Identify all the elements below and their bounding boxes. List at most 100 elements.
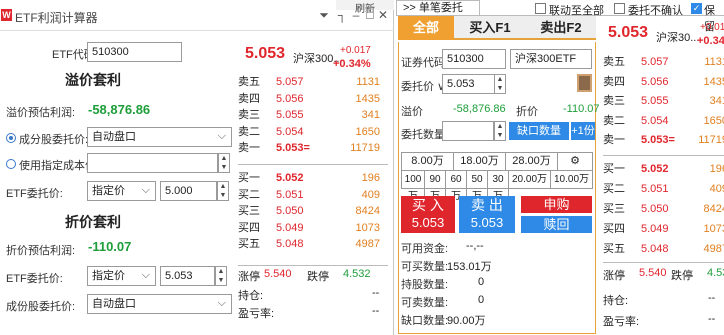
- discount-profit-value: -110.07: [88, 239, 132, 254]
- bid-row[interactable]: 买三5.0508424: [603, 201, 724, 218]
- pin-icon[interactable]: ⏷: [318, 8, 330, 23]
- price-stepper[interactable]: ▲ ▼: [494, 74, 506, 94]
- position-label: 持仓:: [238, 290, 264, 302]
- quote-price: 5.053: [245, 45, 286, 62]
- component-price2-select[interactable]: 自动盘口: [87, 294, 232, 314]
- ask-row[interactable]: 卖五5.0571131: [238, 74, 388, 91]
- refresh-tab[interactable]: 刷新: [336, 0, 394, 15]
- close-icon[interactable]: ✕: [377, 8, 389, 22]
- price-input[interactable]: 5.053: [442, 74, 495, 94]
- quick-qty-cell[interactable]: 10.00万: [551, 171, 592, 188]
- calculator-icon[interactable]: [577, 74, 592, 92]
- redeem-button[interactable]: 赎回: [521, 216, 592, 233]
- quick-qty-row1: 8.00万 18.00万 28.00万 ⚙: [401, 152, 593, 171]
- etf-price-stepper[interactable]: ▲ ▼: [217, 181, 229, 201]
- book-divider: [603, 262, 724, 263]
- quick-qty-row2: 100万 90万 60万 50万 30万 20.00万 10.00万: [401, 170, 593, 205]
- qty-stepper[interactable]: ▲ ▼: [494, 121, 506, 141]
- bid-row[interactable]: 买三5.0508424: [238, 203, 388, 220]
- etf-price-label: ETF委托价:: [6, 188, 63, 200]
- code-input[interactable]: 510300: [442, 49, 506, 69]
- tab-sell[interactable]: 卖出F2: [526, 16, 596, 40]
- price-label[interactable]: 委托价 ∨: [401, 78, 445, 94]
- pnl-value: --: [372, 305, 380, 317]
- right-quote-price: 5.053: [608, 24, 649, 41]
- use-cost-radio[interactable]: [6, 159, 16, 169]
- etf-price2-mode-select[interactable]: 指定价: [87, 266, 156, 286]
- ask-row[interactable]: 卖五5.0571131: [603, 54, 724, 71]
- bid-row[interactable]: 买四5.0491073: [603, 221, 724, 238]
- discount-profit-label: 折价预估利润:: [6, 245, 76, 257]
- settings-gear-icon[interactable]: ⚙: [558, 153, 592, 170]
- etf-price2-label: ETF委托价:: [6, 273, 63, 285]
- right-quote-pct: +0.34: [697, 35, 724, 47]
- link-all-checkbox[interactable]: [535, 3, 546, 14]
- use-cost-input[interactable]: [87, 153, 218, 173]
- tab-all[interactable]: 全部: [398, 16, 454, 40]
- buy-button-label: 买 入: [412, 197, 444, 213]
- etf-price-mode-select[interactable]: 指定价: [87, 181, 156, 201]
- discount-label: 折价: [516, 106, 538, 118]
- discount-section-title: 折价套利: [65, 214, 121, 230]
- ask-row[interactable]: 卖三5.055341: [603, 93, 724, 110]
- tab-single-order[interactable]: >> 单笔委托: [396, 0, 480, 15]
- sell-button[interactable]: 卖 出 5.053: [459, 196, 515, 233]
- component-price-radio[interactable]: [6, 133, 16, 143]
- plus-one-button[interactable]: +1份: [571, 122, 595, 140]
- bid-row[interactable]: 买五5.0484987: [238, 236, 388, 253]
- use-cost-stepper[interactable]: ▲ ▼: [218, 153, 230, 173]
- code-label: 证券代码: [401, 57, 445, 69]
- keep-checkbox[interactable]: ✓: [691, 3, 702, 14]
- component-price-label: 成分股委托价:: [19, 134, 89, 146]
- etf-code-input[interactable]: 510300: [87, 42, 182, 62]
- right-quote-name: 沪深30...: [656, 32, 700, 44]
- book-divider: [603, 155, 724, 156]
- pnl-label: 盈亏率:: [238, 308, 275, 320]
- limit-down-value: 4.532: [343, 268, 371, 280]
- order-tabs: 全部 买入F1 卖出F2: [398, 16, 596, 40]
- title-divider: [0, 30, 394, 31]
- funds-label: 可用资金:: [401, 243, 449, 255]
- right-quote-change: +0.01: [700, 22, 724, 33]
- etf-price2-input[interactable]: 5.053: [160, 266, 215, 286]
- buyable-value: 153.01万: [447, 261, 492, 273]
- quick-qty-cell[interactable]: 18.00万: [454, 153, 506, 170]
- ask-row[interactable]: 卖二5.0541650: [238, 124, 388, 141]
- quick-qty-cell[interactable]: 20.00万: [509, 171, 551, 188]
- right-position-label: 持仓:: [603, 295, 629, 307]
- bid-row[interactable]: 买二5.051409: [238, 187, 388, 204]
- bid-row[interactable]: 买一5.052196: [603, 161, 724, 178]
- ask-row[interactable]: 卖一5.053=11719: [238, 140, 388, 157]
- bid-row[interactable]: 买二5.051409: [603, 181, 724, 198]
- app-logo-icon: W: [1, 9, 12, 21]
- component-price-select[interactable]: 自动盘口: [87, 127, 232, 147]
- gap-qty-button[interactable]: 缺口数量: [509, 122, 569, 140]
- right-position-value: --: [708, 292, 716, 304]
- buy-button[interactable]: 买 入 5.053: [401, 196, 455, 233]
- etf-price2-stepper[interactable]: ▲ ▼: [215, 266, 227, 286]
- bid-row[interactable]: 买一5.052196: [238, 170, 388, 187]
- bid-row[interactable]: 买五5.0484987: [603, 241, 724, 258]
- tab-buy[interactable]: 买入F1: [456, 16, 524, 40]
- quick-qty-cell[interactable]: 28.00万: [506, 153, 558, 170]
- ask-row[interactable]: 卖四5.0561435: [603, 74, 724, 91]
- etf-price-input[interactable]: 5.000: [160, 181, 217, 201]
- right-limit-down-label: 跌停: [671, 270, 693, 282]
- premium-value: -58,876.86: [453, 103, 506, 115]
- bid-row[interactable]: 买四5.0491073: [238, 220, 388, 237]
- ask-row[interactable]: 卖三5.055341: [238, 107, 388, 124]
- position-value: --: [372, 287, 380, 299]
- restore-icon[interactable]: ┐: [336, 8, 348, 22]
- qty-input[interactable]: [442, 121, 494, 141]
- ask-row[interactable]: 卖二5.0541650: [603, 113, 724, 130]
- subscribe-button[interactable]: 申购: [521, 196, 592, 213]
- ask-row[interactable]: 卖一5.053=11719: [603, 132, 724, 149]
- quote-pct: +0.34%: [333, 58, 371, 70]
- quote-change: +0.017: [340, 45, 371, 56]
- no-confirm-checkbox[interactable]: [614, 3, 625, 14]
- hold-label: 持股数量:: [401, 279, 449, 291]
- ask-row[interactable]: 卖四5.0561435: [238, 91, 388, 108]
- sellable-value: 0: [478, 294, 485, 306]
- funds-value: --,--: [466, 240, 484, 252]
- quick-qty-cell[interactable]: 8.00万: [402, 153, 454, 170]
